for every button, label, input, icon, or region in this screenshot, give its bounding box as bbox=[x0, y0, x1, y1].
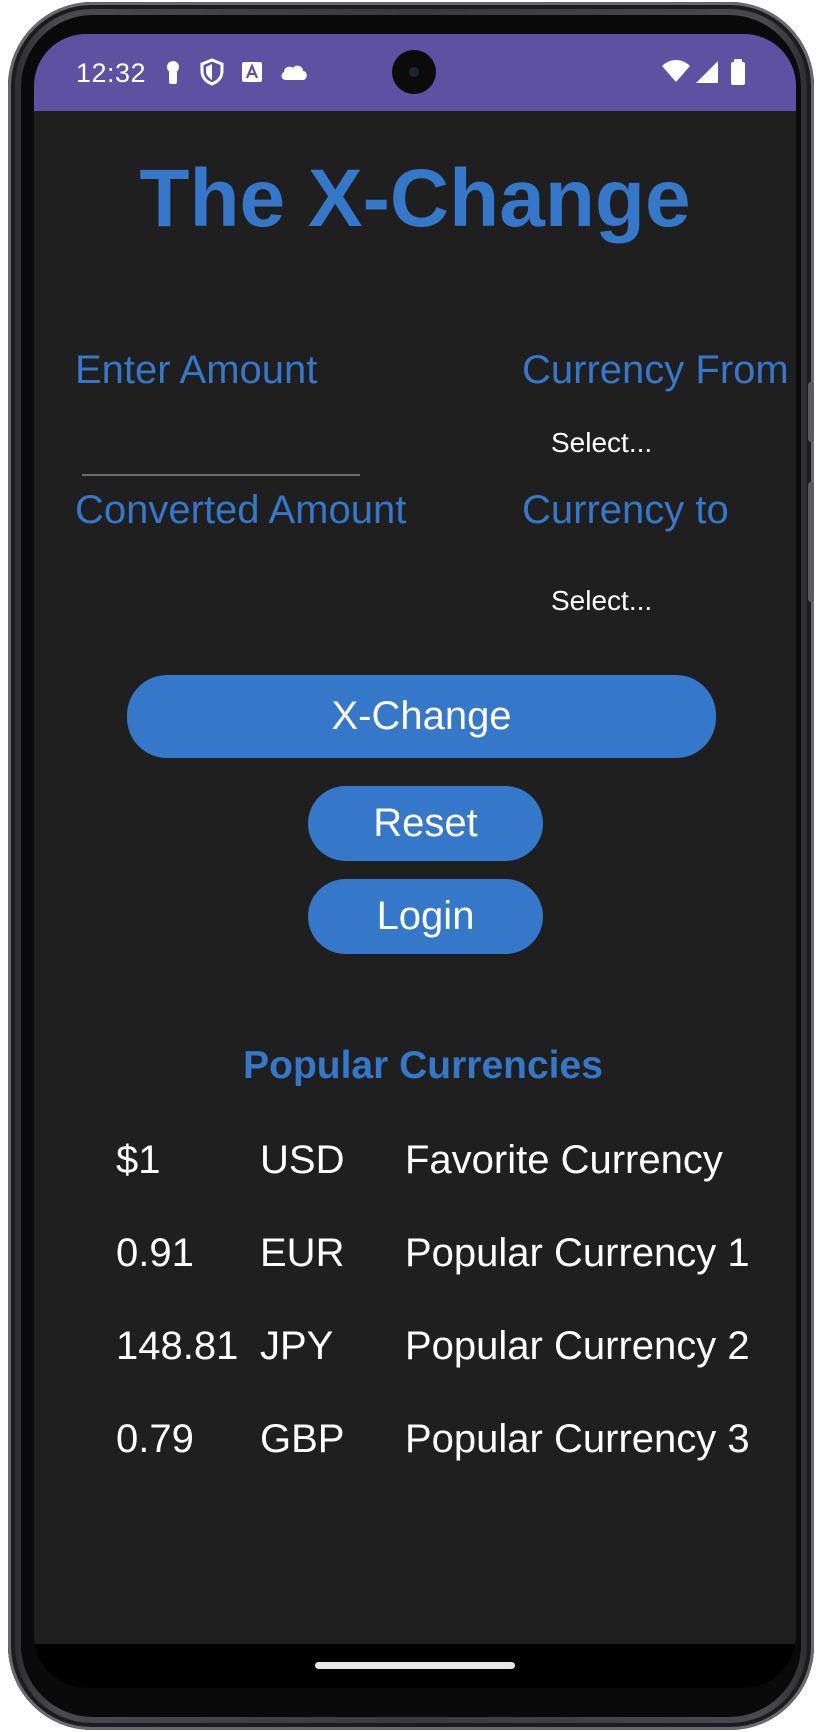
currency-code: JPY bbox=[260, 1324, 334, 1368]
xchange-button[interactable]: X-Change bbox=[127, 675, 716, 758]
app-title: The X-Change bbox=[139, 153, 691, 244]
login-button[interactable]: Login bbox=[308, 879, 543, 954]
battery-icon bbox=[731, 59, 745, 85]
converted-amount-label: Converted Amount bbox=[75, 488, 407, 532]
status-bar: 12:32 bbox=[34, 34, 796, 111]
currency-from-select[interactable]: Select... bbox=[551, 427, 652, 459]
currency-row: 148.81 JPY Popular Currency 2 bbox=[34, 1324, 796, 1384]
currency-label: Favorite Currency bbox=[405, 1138, 723, 1182]
cloud-icon bbox=[281, 65, 307, 80]
currency-row: 0.91 EUR Popular Currency 1 bbox=[34, 1231, 796, 1291]
signal-icon bbox=[696, 61, 718, 83]
reset-button[interactable]: Reset bbox=[308, 786, 543, 861]
home-gesture-handle[interactable] bbox=[315, 1662, 515, 1669]
currency-from-label: Currency From bbox=[522, 348, 789, 392]
currency-label: Popular Currency 2 bbox=[405, 1324, 750, 1368]
currency-rate: 0.79 bbox=[116, 1417, 194, 1461]
popular-currencies-title: Popular Currencies bbox=[243, 1044, 603, 1087]
currency-rate: 148.81 bbox=[116, 1324, 239, 1368]
currency-code: USD bbox=[260, 1138, 345, 1182]
amount-input[interactable] bbox=[82, 414, 360, 476]
screen: 12:32 The X-Change Enter Amount Currency… bbox=[34, 34, 796, 1688]
front-camera bbox=[392, 50, 436, 94]
enter-amount-label: Enter Amount bbox=[75, 348, 318, 392]
currency-code: EUR bbox=[260, 1231, 345, 1275]
currency-row: 0.79 GBP Popular Currency 3 bbox=[34, 1417, 796, 1477]
currency-label: Popular Currency 3 bbox=[405, 1417, 750, 1461]
navigation-bar bbox=[34, 1644, 796, 1688]
status-time: 12:32 bbox=[76, 58, 147, 88]
key-icon bbox=[167, 61, 179, 84]
currency-to-select[interactable]: Select... bbox=[551, 585, 652, 617]
currency-rate: 0.91 bbox=[116, 1231, 194, 1275]
currency-code: GBP bbox=[260, 1417, 345, 1461]
shield-icon bbox=[200, 58, 224, 86]
currency-row: $1 USD Favorite Currency bbox=[34, 1138, 796, 1198]
wifi-icon bbox=[662, 60, 690, 82]
a-icon bbox=[242, 62, 262, 82]
currency-label: Popular Currency 1 bbox=[405, 1231, 750, 1275]
volume-button bbox=[808, 482, 814, 602]
currency-to-label: Currency to bbox=[522, 488, 729, 532]
power-button bbox=[808, 382, 814, 442]
currency-rate: $1 bbox=[116, 1138, 161, 1182]
